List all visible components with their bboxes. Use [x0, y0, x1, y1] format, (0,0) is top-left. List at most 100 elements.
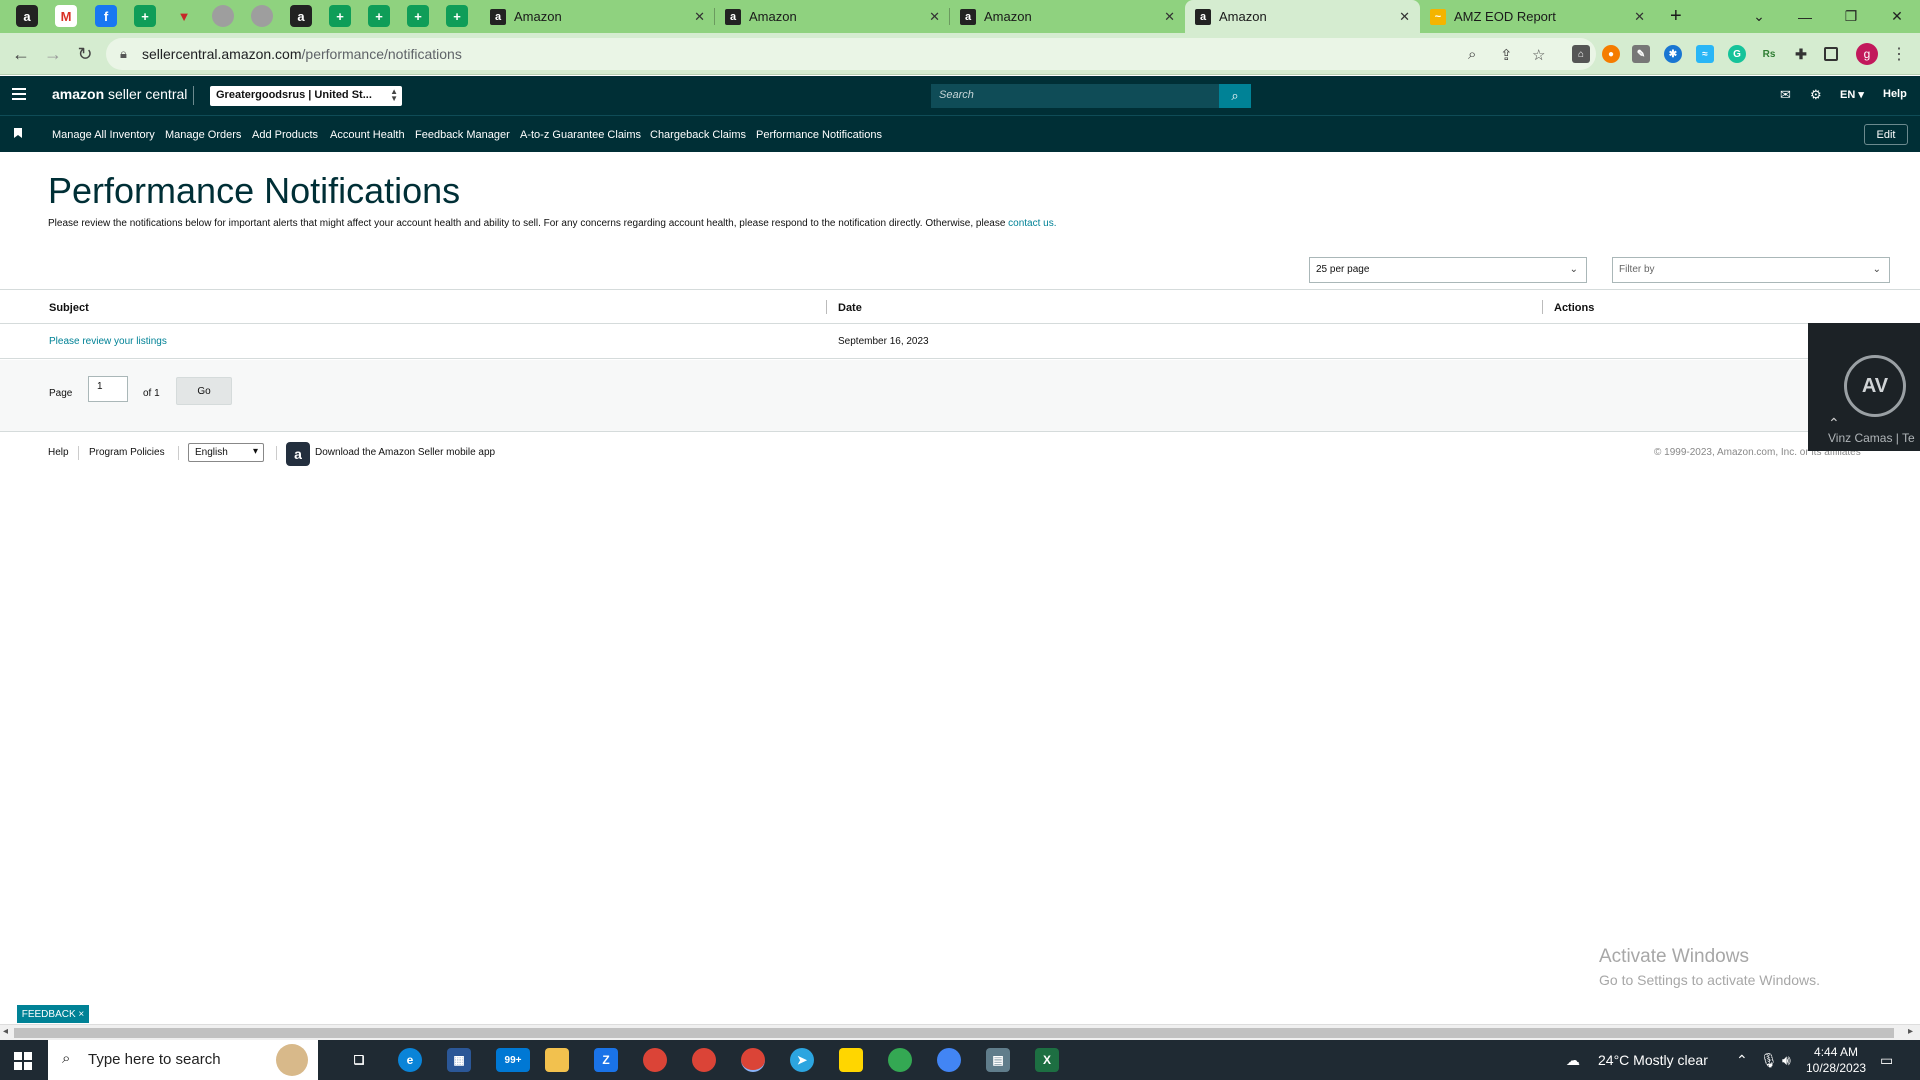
scrollbar-thumb[interactable] [14, 1028, 1894, 1038]
lock-icon[interactable]: 🔒︎ [120, 46, 127, 62]
zoom-icon[interactable]: ⌕ [1468, 46, 1476, 63]
notification-subject-link[interactable]: Please review your listings [49, 336, 167, 347]
close-tab-icon[interactable]: ✕ [929, 9, 940, 25]
extension-circle-icon[interactable]: ● [1602, 45, 1620, 63]
bookmark-star-icon[interactable]: ☆ [1532, 46, 1545, 64]
edge-icon[interactable]: e [398, 1048, 422, 1072]
help-link[interactable]: Help [1883, 88, 1907, 100]
search-input[interactable]: Search [931, 84, 1220, 108]
filter-select[interactable]: Filter by ⌄ [1612, 257, 1890, 283]
volume-icon[interactable]: 🔊︎ [1782, 1052, 1791, 1069]
nav-item-manage-orders[interactable]: Manage Orders [165, 129, 241, 141]
browser-tab[interactable]: a Amazon ✕ [950, 0, 1185, 33]
taskbar-search-input[interactable]: ⌕ Type here to search [48, 1040, 318, 1080]
bookmark-icon[interactable] [14, 128, 22, 138]
horizontal-scrollbar[interactable]: ◂ ▸ [0, 1024, 1920, 1040]
search-icon[interactable]: ⌕ [1219, 84, 1251, 108]
tray-chevron-up-icon[interactable]: ⌃ [1736, 1052, 1748, 1069]
taskbar-clock[interactable]: 4:44 AM 10/28/2023 [1806, 1044, 1866, 1076]
task-view-icon[interactable]: ❏ [347, 1048, 371, 1072]
amazon-app-icon[interactable]: a [286, 442, 310, 466]
browser-menu-icon[interactable]: ⋮ [1886, 41, 1912, 67]
mail-app-icon[interactable]: 99+ [496, 1048, 530, 1072]
page-number-input[interactable]: 1 [88, 376, 128, 402]
nav-item-account-health[interactable]: Account Health [330, 129, 405, 141]
forward-arrow-icon[interactable]: → [40, 41, 66, 67]
account-marketplace-select[interactable]: Greatergoodsrus | United St... ▲ ▼ [210, 86, 402, 106]
extension-icon[interactable]: ✎ [1632, 45, 1650, 63]
chrome-icon[interactable] [692, 1048, 716, 1072]
edit-nav-button[interactable]: Edit [1864, 124, 1908, 145]
pinned-tab-shield-icon[interactable]: ▼ [173, 5, 195, 27]
column-header-subject[interactable]: Subject [49, 302, 89, 314]
feedback-button[interactable]: FEEDBACK × [17, 1005, 89, 1023]
pinned-tab-globe-icon[interactable] [212, 5, 234, 27]
close-tab-icon[interactable]: ✕ [694, 9, 705, 25]
pinned-tab-amazon-icon[interactable]: a [290, 5, 312, 27]
close-tab-icon[interactable]: ✕ [1399, 9, 1410, 25]
weather-icon[interactable]: ☁ [1566, 1052, 1580, 1069]
grammarly-icon[interactable]: G [1728, 45, 1746, 63]
extension-icon[interactable]: Rs [1760, 45, 1778, 63]
puzzle-extensions-icon[interactable]: ✚ [1792, 45, 1810, 63]
excel-icon[interactable]: X [1035, 1048, 1059, 1072]
nav-item-add-products[interactable]: Add Products [252, 129, 318, 141]
download-app-link[interactable]: Download the Amazon Seller mobile app [315, 447, 495, 458]
telegram-icon[interactable]: ➤ [790, 1048, 814, 1072]
file-explorer-icon[interactable] [545, 1048, 569, 1072]
close-tab-icon[interactable]: ✕ [1164, 9, 1175, 25]
browser-tab[interactable]: a Amazon ✕ [480, 0, 715, 33]
close-window-icon[interactable]: ✕ [1874, 0, 1920, 33]
go-button[interactable]: Go [176, 377, 232, 405]
nav-item-performance-notifications[interactable]: Performance Notifications [756, 129, 882, 141]
pinned-tab-sheets-icon[interactable]: + [446, 5, 468, 27]
minimize-icon[interactable]: — [1782, 0, 1828, 33]
profile-avatar[interactable]: g [1856, 43, 1878, 65]
microphone-icon[interactable]: 🎙︎ [1760, 1052, 1778, 1069]
contact-us-link[interactable]: contact us. [1008, 218, 1056, 229]
pinned-tab-sheets-icon[interactable]: + [329, 5, 351, 27]
tab-search-chevron-icon[interactable]: ⌄ [1736, 0, 1782, 33]
extension-off-icon[interactable]: ⌂ [1572, 45, 1590, 63]
notifications-icon[interactable]: ▭ [1880, 1052, 1893, 1069]
pinned-tab-sheets-icon[interactable]: + [407, 5, 429, 27]
chrome-active-icon[interactable] [741, 1048, 765, 1072]
back-arrow-icon[interactable]: ← [8, 41, 34, 67]
address-bar[interactable]: 🔒︎ sellercentral.amazon.com/performance/… [106, 38, 1596, 70]
nav-item-manage-inventory[interactable]: Manage All Inventory [52, 129, 155, 141]
pinned-tab-sheets-icon[interactable]: + [368, 5, 390, 27]
nav-item-feedback-manager[interactable]: Feedback Manager [415, 129, 510, 141]
scroll-left-arrow-icon[interactable]: ◂ [3, 1026, 8, 1037]
chevron-up-icon[interactable]: ⌃ [1828, 415, 1840, 432]
side-panel-icon[interactable] [1824, 47, 1838, 61]
pinned-tab-facebook-icon[interactable]: f [95, 5, 117, 27]
new-tab-button[interactable]: + [1660, 0, 1688, 33]
close-tab-icon[interactable]: ✕ [1634, 9, 1645, 25]
weather-text[interactable]: 24°C Mostly clear [1598, 1052, 1708, 1068]
calculator-icon[interactable]: ▤ [986, 1048, 1010, 1072]
store-icon[interactable]: ▦ [447, 1048, 471, 1072]
sticky-notes-icon[interactable] [839, 1048, 863, 1072]
chrome-icon[interactable] [888, 1048, 912, 1072]
extension-icon[interactable]: ≈ [1696, 45, 1714, 63]
restore-icon[interactable]: ❐ [1828, 0, 1874, 33]
pinned-tab-globe-icon[interactable] [251, 5, 273, 27]
pinned-tab-sheets-icon[interactable]: + [134, 5, 156, 27]
language-selector[interactable]: EN ▾ [1840, 88, 1864, 101]
footer-help-link[interactable]: Help [48, 447, 69, 458]
seller-central-logo[interactable]: amazon seller central [52, 86, 187, 102]
browser-tab-active[interactable]: a Amazon ✕ [1185, 0, 1420, 33]
program-policies-link[interactable]: Program Policies [89, 447, 165, 458]
browser-tab[interactable]: a Amazon ✕ [715, 0, 950, 33]
hamburger-menu-icon[interactable] [12, 88, 26, 100]
pinned-tab-amazon-icon[interactable]: a [16, 5, 38, 27]
footer-language-select[interactable]: English ▾ [188, 443, 264, 462]
windows-start-icon[interactable] [14, 1052, 32, 1070]
floating-video-widget[interactable]: AV ⌃ Vinz Camas | Te [1808, 323, 1920, 451]
zoom-app-icon[interactable]: Z [594, 1048, 618, 1072]
column-header-date[interactable]: Date [838, 302, 862, 314]
mail-icon[interactable]: ✉ [1780, 87, 1791, 103]
browser-tab[interactable]: ~ AMZ EOD Report ✕ [1420, 0, 1655, 33]
reload-icon[interactable]: ↻ [72, 41, 98, 67]
per-page-select[interactable]: 25 per page ⌄ [1309, 257, 1587, 283]
